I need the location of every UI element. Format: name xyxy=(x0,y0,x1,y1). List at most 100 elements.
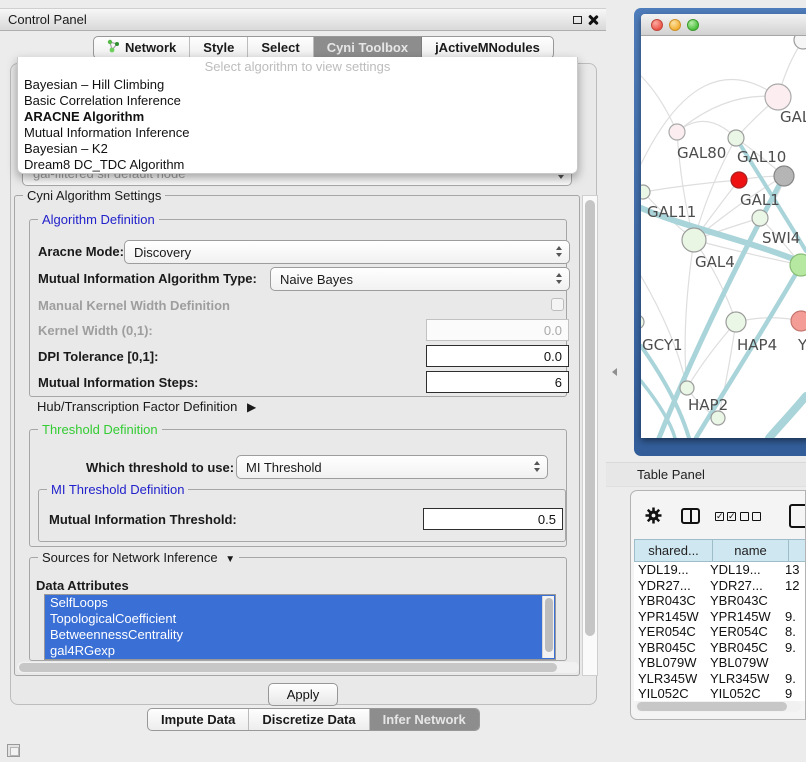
network-edge xyxy=(677,121,736,138)
network-node[interactable] xyxy=(669,124,685,140)
table-cell xyxy=(785,593,806,609)
algorithm-option[interactable]: Bayesian – Hill Climbing xyxy=(18,77,577,93)
table-cell: 9 xyxy=(785,686,806,701)
network-view-window: GALGAL80GAL10GAL11GAL1SWI4GAL4GCY1HAP4YH… xyxy=(634,8,806,456)
network-inner-window: GALGAL80GAL10GAL11GAL1SWI4GAL4GCY1HAP4YH… xyxy=(641,14,806,438)
table-cell: 8. xyxy=(785,624,806,640)
table-row[interactable]: YBL079WYBL079W xyxy=(634,655,806,671)
deselect-all-icon[interactable] xyxy=(740,512,761,521)
table-cell: YLR345W xyxy=(634,671,710,687)
dock-panel-icon[interactable] xyxy=(7,744,20,757)
collapse-down-icon: ▼ xyxy=(225,554,235,565)
tab-jactivemnodules[interactable]: jActiveMNodules xyxy=(422,37,553,58)
data-attribute-item[interactable]: gal4RGexp xyxy=(45,643,555,659)
kernel-width-field[interactable] xyxy=(426,319,569,341)
which-threshold-combobox[interactable]: MI Threshold xyxy=(236,455,548,479)
algorithm-option[interactable]: Dream8 DC_TDC Algorithm xyxy=(18,157,577,173)
tab-impute-data[interactable]: Impute Data xyxy=(148,709,249,730)
table-cell: YBR045C xyxy=(634,640,710,656)
algorithm-option[interactable]: ARACNE Algorithm xyxy=(18,109,577,125)
table-hscrollbar[interactable] xyxy=(635,701,801,712)
mi-type-combobox[interactable]: Naive Bayes xyxy=(270,267,570,291)
network-edge xyxy=(643,180,739,192)
minimize-window-icon[interactable] xyxy=(669,19,681,31)
network-node[interactable] xyxy=(682,228,706,252)
table-row[interactable]: YPR145WYPR145W9. xyxy=(634,609,806,625)
algorithm-option[interactable]: Basic Correlation Inference xyxy=(18,93,577,109)
dpi-tolerance-field[interactable] xyxy=(426,345,569,367)
chevron-updown-icon xyxy=(556,273,562,284)
tab-style[interactable]: Style xyxy=(190,37,248,58)
network-node[interactable] xyxy=(794,36,806,49)
network-canvas[interactable]: GALGAL80GAL10GAL11GAL1SWI4GAL4GCY1HAP4YH… xyxy=(641,36,806,438)
mi-threshold-group: MI Threshold Definition Mutual Informati… xyxy=(38,489,566,542)
table-row[interactable]: YDL19...YDL19...13 xyxy=(634,562,806,578)
table-row[interactable]: YIL052CYIL052C9 xyxy=(634,686,806,701)
panel-divider-handle[interactable] xyxy=(612,368,617,376)
table-row[interactable]: YLR345WYLR345W9. xyxy=(634,671,806,687)
tab-infer-network[interactable]: Infer Network xyxy=(370,709,479,730)
table-cell: YDR27... xyxy=(634,578,710,594)
column-header-shared-name[interactable]: shared... xyxy=(634,539,712,562)
mi-steps-field[interactable] xyxy=(426,371,569,393)
network-node[interactable] xyxy=(726,312,746,332)
network-node[interactable] xyxy=(680,381,694,395)
algorithm-option[interactable]: Mutual Information Inference xyxy=(18,125,577,141)
select-all-icon[interactable]: ✓✓ xyxy=(715,512,736,521)
table-body[interactable]: YDL19...YDL19...13YDR27...YDR27...12YBR0… xyxy=(634,562,806,701)
network-node-label: GCY1 xyxy=(642,336,683,354)
network-node[interactable] xyxy=(752,210,768,226)
table-cell: 12 xyxy=(785,578,806,594)
network-node[interactable] xyxy=(790,254,806,276)
algorithm-option[interactable]: Bayesian – K2 xyxy=(18,141,577,157)
table-row[interactable]: YER054CYER054C8. xyxy=(634,624,806,640)
sources-title[interactable]: Sources for Network Inference ▼ xyxy=(38,550,239,567)
tab-select[interactable]: Select xyxy=(248,37,313,58)
aracne-mode-label: Aracne Mode: xyxy=(38,244,124,260)
column-header-partial[interactable] xyxy=(788,539,806,562)
table-cell: YBL079W xyxy=(634,655,710,671)
sources-group: Sources for Network Inference ▼ Data Att… xyxy=(29,557,567,661)
table-doc-icon[interactable] xyxy=(789,504,806,528)
network-node[interactable] xyxy=(728,130,744,146)
data-attribute-item[interactable]: SelfLoops xyxy=(45,595,555,611)
data-attributes-list[interactable]: SelfLoopsTopologicalCoefficientBetweenne… xyxy=(44,594,556,660)
algorithm-definition-title: Algorithm Definition xyxy=(38,212,159,227)
table-row[interactable]: YBR043CYBR043C xyxy=(634,593,806,609)
network-node[interactable] xyxy=(774,166,794,186)
aracne-mode-combobox[interactable]: Discovery xyxy=(124,240,570,264)
settings-hscrollbar[interactable] xyxy=(17,662,579,673)
table-cell: YBR045C xyxy=(710,640,785,656)
gear-icon[interactable] xyxy=(644,506,663,528)
data-attributes-label: Data Attributes xyxy=(36,578,129,594)
data-attribute-item[interactable]: BetweennessCentrality xyxy=(45,627,555,643)
manual-kernel-checkbox[interactable] xyxy=(551,298,564,311)
data-attribute-item[interactable]: TopologicalCoefficient xyxy=(45,611,555,627)
network-node[interactable] xyxy=(765,84,791,110)
tab-cyni-toolbox[interactable]: Cyni Toolbox xyxy=(314,37,422,58)
network-node[interactable] xyxy=(641,185,650,199)
column-header-name[interactable]: name xyxy=(712,539,788,562)
close-window-icon[interactable] xyxy=(651,19,663,31)
table-row[interactable]: YBR045CYBR045C9. xyxy=(634,640,806,656)
hub-definition-toggle[interactable]: Hub/Transcription Factor Definition ▶ xyxy=(37,399,256,415)
close-panel-icon[interactable] xyxy=(588,15,598,25)
table-row[interactable]: YDR27...YDR27...12 xyxy=(634,578,806,594)
expand-right-icon: ▶ xyxy=(247,400,256,414)
tab-discretize-data[interactable]: Discretize Data xyxy=(249,709,369,730)
table-cell: YIL052C xyxy=(634,686,710,701)
network-node[interactable] xyxy=(731,172,747,188)
float-panel-icon[interactable] xyxy=(573,16,582,24)
list-scrollbar[interactable] xyxy=(542,596,554,658)
tab-network[interactable]: Network xyxy=(94,37,190,58)
zoom-window-icon[interactable] xyxy=(687,19,699,31)
column-layout-icon[interactable] xyxy=(681,508,700,524)
network-node[interactable] xyxy=(641,315,644,329)
mi-threshold-field[interactable] xyxy=(423,508,563,530)
apply-button[interactable]: Apply xyxy=(268,683,338,706)
settings-vscrollbar[interactable] xyxy=(582,195,598,676)
network-node-label: HAP2 xyxy=(688,396,728,414)
network-window-titlebar[interactable] xyxy=(641,14,806,36)
table-panel-window: ✓✓ shared... name YDL19...YDL19...13YDR2… xyxy=(630,490,806,720)
network-node[interactable] xyxy=(791,311,806,331)
